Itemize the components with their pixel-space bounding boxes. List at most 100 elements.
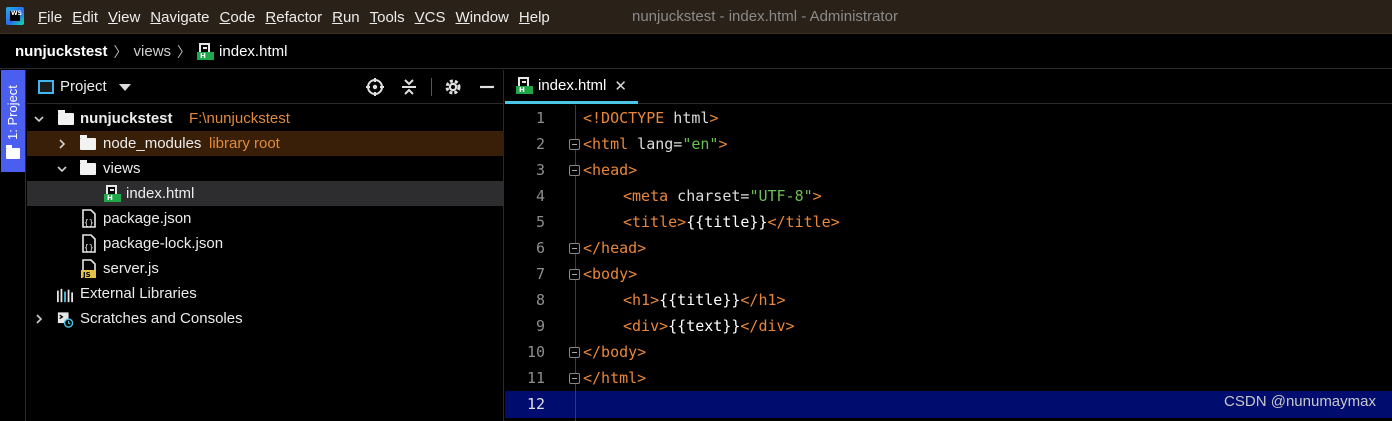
code-token: "UTF-8" [749,187,813,205]
line-number: 2 [535,135,545,153]
line-number: 7 [535,265,545,283]
fold-marker-icon[interactable] [569,139,580,150]
code-token: <title> [623,213,687,231]
tree-item-package-json[interactable]: {} package.json [27,206,504,231]
code-token: </title> [767,213,840,231]
fold-marker-icon[interactable] [569,373,580,384]
gear-icon[interactable] [443,77,463,97]
tree-item-label: nunjuckstest [80,110,173,127]
code-token: <html [583,135,629,153]
tree-item-scratches-and-consoles[interactable]: Scratches and Consoles [27,306,504,331]
menu-vcs[interactable]: VCS [415,9,446,26]
close-icon[interactable]: ✕ [614,77,627,95]
chevron-down-icon[interactable] [57,164,67,174]
line-number: 6 [535,239,545,257]
folder-icon [80,160,96,175]
code-token: <head> [583,161,638,179]
tree-item-label: package.json [103,210,192,227]
breadcrumb-file[interactable]: H index.html [197,43,287,60]
line-number: 1 [535,109,545,127]
line-number-gutter: 1 2 3 4 5 6 7 8 9 10 11 12 [505,105,575,421]
watermark: CSDN @nunumaymax [1224,393,1376,410]
project-tool-window-button[interactable]: 1: Project [1,70,25,172]
chevron-right-icon[interactable] [34,314,44,324]
line-number: 11 [526,369,545,387]
main-menu: File Edit View Navigate Code Refactor Ru… [38,0,560,34]
tree-item-package-lock-json[interactable]: {} package-lock.json [27,231,504,256]
code-token: </div> [740,317,795,335]
code-token: </html> [583,369,647,387]
code-line-6: </head> [583,235,646,261]
fold-marker-icon[interactable] [569,347,580,358]
minimize-icon[interactable] [477,77,497,97]
menu-tools[interactable]: Tools [370,9,405,26]
code-line-5: <title>{{title}}</title> [623,209,840,235]
tree-item-label: External Libraries [80,285,197,302]
fold-marker-icon[interactable] [569,269,580,280]
chevron-down-icon[interactable] [34,114,44,124]
tree-item-server-js[interactable]: JS server.js [27,256,504,281]
chevron-right-icon[interactable] [57,139,67,149]
collapse-all-icon[interactable] [399,77,419,97]
tree-item-external-libraries[interactable]: External Libraries [27,281,504,306]
tree-item-label: server.js [103,260,159,277]
tab-label: index.html [538,77,607,94]
code-token: </body> [583,343,647,361]
fold-marker-icon[interactable] [569,165,580,176]
code-token: {{text}} [668,317,741,335]
project-panel-title[interactable]: Project [60,78,107,95]
tree-item-label: Scratches and Consoles [80,310,243,327]
tree-item-node-modules[interactable]: node_modules library root [27,131,504,156]
tab-index-html[interactable]: H index.html ✕ [505,70,638,104]
project-tool-window-label: 1: Project [5,85,20,140]
locate-file-icon[interactable] [365,77,385,97]
code-line-3: <head> [583,157,637,183]
window-title: nunjuckstest - index.html - Administrato… [632,8,898,25]
folder-icon [80,135,96,150]
json-file-icon: {} [82,234,96,253]
code-token: <meta [623,187,669,205]
tree-item-index-html[interactable]: H index.html [27,181,504,206]
js-file-icon: JS [81,259,96,278]
menu-window[interactable]: Window [456,9,509,26]
menu-navigate[interactable]: Navigate [150,9,209,26]
code-token: {{title}} [686,213,768,231]
menu-edit[interactable]: Edit [72,9,98,26]
code-line-9: <div>{{text}}</div> [623,313,795,339]
code-token: > [812,187,822,205]
svg-text:JS: JS [82,271,91,278]
line-number: 12 [526,395,545,413]
code-line-8: <h1>{{title}}</h1> [623,287,786,313]
svg-text:{}: {} [84,243,94,252]
breadcrumb-project[interactable]: nunjuckstest [15,43,108,60]
tree-item-library-root: library root [209,135,280,152]
code-token: "en" [682,135,719,153]
navigation-breadcrumb: nunjuckstest 〉 views 〉 H index.html [0,35,1392,69]
chevron-down-icon[interactable] [119,84,131,91]
line-number: 10 [526,343,545,361]
code-editor[interactable]: 1 2 3 4 5 6 7 8 9 10 11 12 <!DOCTYPE htm… [505,105,1392,421]
menu-refactor[interactable]: Refactor [265,9,322,26]
tree-item-views[interactable]: views [27,156,504,181]
fold-marker-icon[interactable] [569,243,580,254]
code-token: <h1> [623,291,660,309]
breadcrumb-folder[interactable]: views [134,43,172,60]
menu-code[interactable]: Code [220,9,256,26]
project-panel-header: Project [27,70,504,104]
tree-item-nunjuckstest[interactable]: nunjuckstest F:\nunjuckstest [27,106,504,131]
menu-view[interactable]: View [108,9,140,26]
code-token: </h1> [740,291,786,309]
breadcrumb-file-label: index.html [219,43,288,60]
project-panel: Project nunjuckstest F:\nunjuckstest nod… [27,70,504,421]
code-token: <div> [623,317,669,335]
code-token: > [718,135,728,153]
menu-help[interactable]: Help [519,9,550,26]
line-number: 8 [535,291,545,309]
menu-file[interactable]: File [38,9,62,26]
code-token: charset= [668,187,750,205]
menu-run[interactable]: Run [332,9,360,26]
folder-icon [58,110,74,125]
code-line-11: </html> [583,365,646,391]
code-token: > [709,109,719,127]
scratches-icon [57,312,73,328]
